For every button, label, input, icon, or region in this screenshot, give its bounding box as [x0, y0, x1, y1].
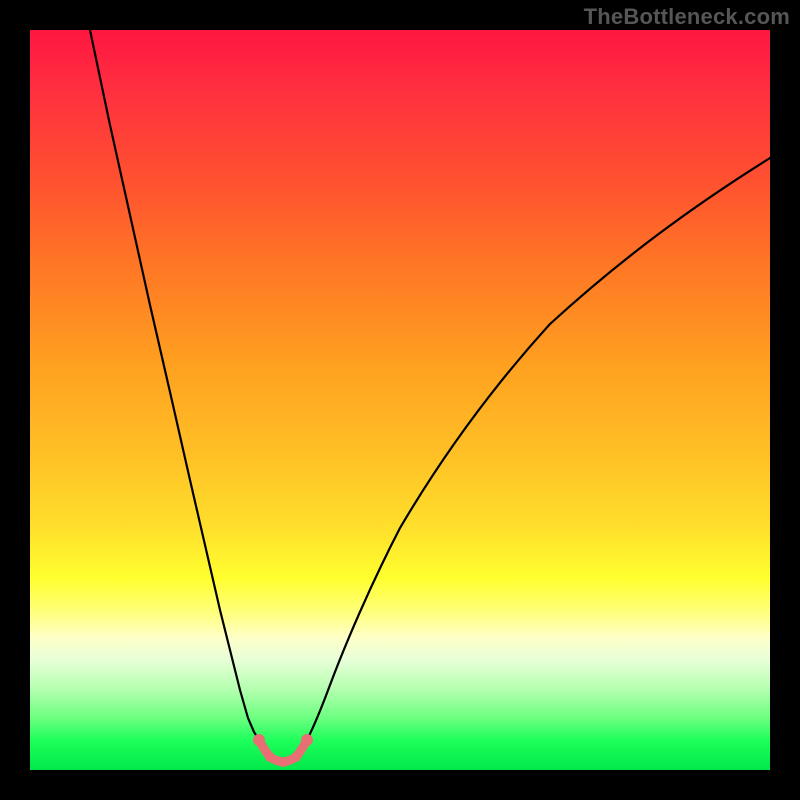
chart-frame: TheBottleneck.com [0, 0, 800, 800]
plot-area [30, 30, 770, 770]
valley-marker-dot-3 [278, 757, 288, 767]
valley-marker-dot-2 [265, 752, 275, 762]
watermark-label: TheBottleneck.com [584, 4, 790, 30]
valley-marker-dot-right [301, 734, 313, 746]
curve-right-branch [307, 158, 770, 740]
curve-left-branch [90, 30, 259, 740]
valley-marker-dot-left [253, 734, 265, 746]
curve-layer [30, 30, 770, 770]
valley-marker-dot-4 [291, 752, 301, 762]
